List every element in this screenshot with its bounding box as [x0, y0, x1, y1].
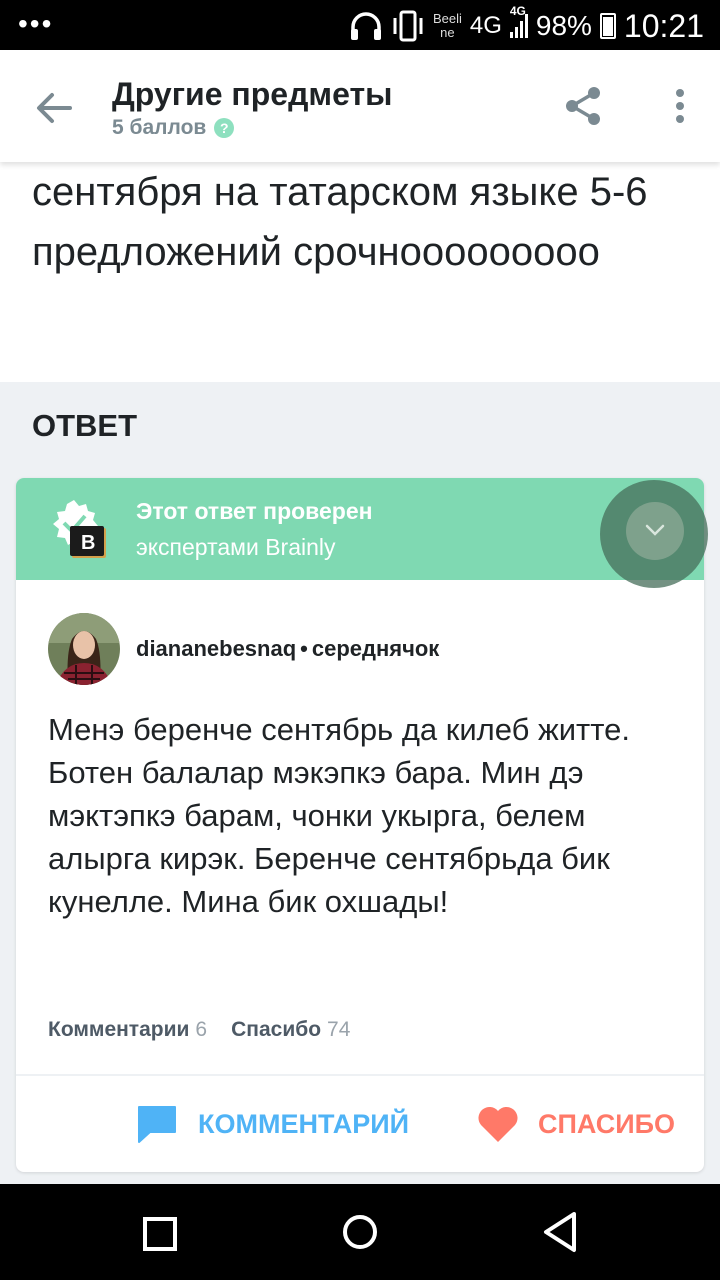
comment-icon: [138, 1106, 176, 1143]
battery-percent: 98%: [535, 10, 592, 41]
app-header: Другие предметы 5 баллов ?: [0, 50, 720, 162]
question-card: сентября на татарском языке 5-6 предложе…: [0, 162, 720, 382]
thanks-button-label: СПАСИБО: [538, 1108, 676, 1139]
battery-icon: [599, 13, 616, 39]
question-text: сентября на татарском языке 5-6 предложе…: [32, 170, 648, 274]
nav-recent-icon[interactable]: [140, 1214, 180, 1254]
network-type: 4G: [469, 12, 502, 39]
answer-stats: Комментарии 6 Спасибо 74: [48, 1018, 350, 1042]
author-rank: середнячок: [311, 636, 440, 661]
answer-author[interactable]: diananebesnaq • середнячок: [48, 612, 439, 686]
verified-badge-icon: B: [53, 500, 106, 558]
system-nav-bar: [0, 1184, 720, 1280]
divider: [16, 1074, 704, 1076]
verified-title: Этот ответ проверен: [136, 498, 373, 524]
signal-icon: 4G: [509, 4, 528, 38]
separator-dot: •: [300, 636, 308, 661]
comment-button[interactable]: КОММЕНТАРИЙ: [136, 1100, 409, 1148]
answer-text: Менэ беренче сентябрь да килеб житте. Бо…: [48, 712, 630, 919]
vibrate-icon: [393, 10, 423, 42]
comments-count[interactable]: Комментарии 6: [48, 1018, 207, 1042]
page-title: Другие предметы: [112, 76, 393, 112]
floating-expand-button[interactable]: [600, 480, 708, 588]
chevron-down-icon: [645, 524, 665, 536]
help-icon[interactable]: ?: [214, 118, 235, 138]
thanks-count: Спасибо 74: [231, 1018, 351, 1041]
notification-dots-icon: •••: [18, 8, 54, 39]
back-arrow-icon[interactable]: [32, 86, 76, 130]
comment-button-label: КОММЕНТАРИЙ: [198, 1108, 410, 1139]
points-label: 5 баллов ?: [112, 116, 235, 140]
carrier-name: Beeli ne: [432, 11, 462, 40]
author-name[interactable]: diananebesnaq: [136, 636, 296, 662]
thanks-button[interactable]: СПАСИБО: [476, 1100, 675, 1148]
svg-text:B: B: [81, 532, 95, 554]
nav-back-icon[interactable]: [540, 1210, 580, 1254]
status-bar: ••• Beeli ne 4G 4G 98% 10:21: [0, 0, 720, 50]
more-vertical-icon[interactable]: [666, 88, 694, 128]
answer-heading: ОТВЕТ: [32, 408, 138, 443]
avatar[interactable]: [48, 613, 120, 685]
answer-card: B Этот ответ проверен экспертами Brainly…: [16, 478, 704, 1172]
nav-home-icon[interactable]: [340, 1212, 380, 1252]
heart-icon: [478, 1106, 518, 1142]
clock: 10:21: [623, 7, 704, 44]
share-icon[interactable]: [562, 84, 606, 128]
fab-inner: [626, 502, 684, 560]
verified-subtitle: экспертами Brainly: [136, 534, 336, 560]
headphones-icon: [350, 12, 381, 40]
